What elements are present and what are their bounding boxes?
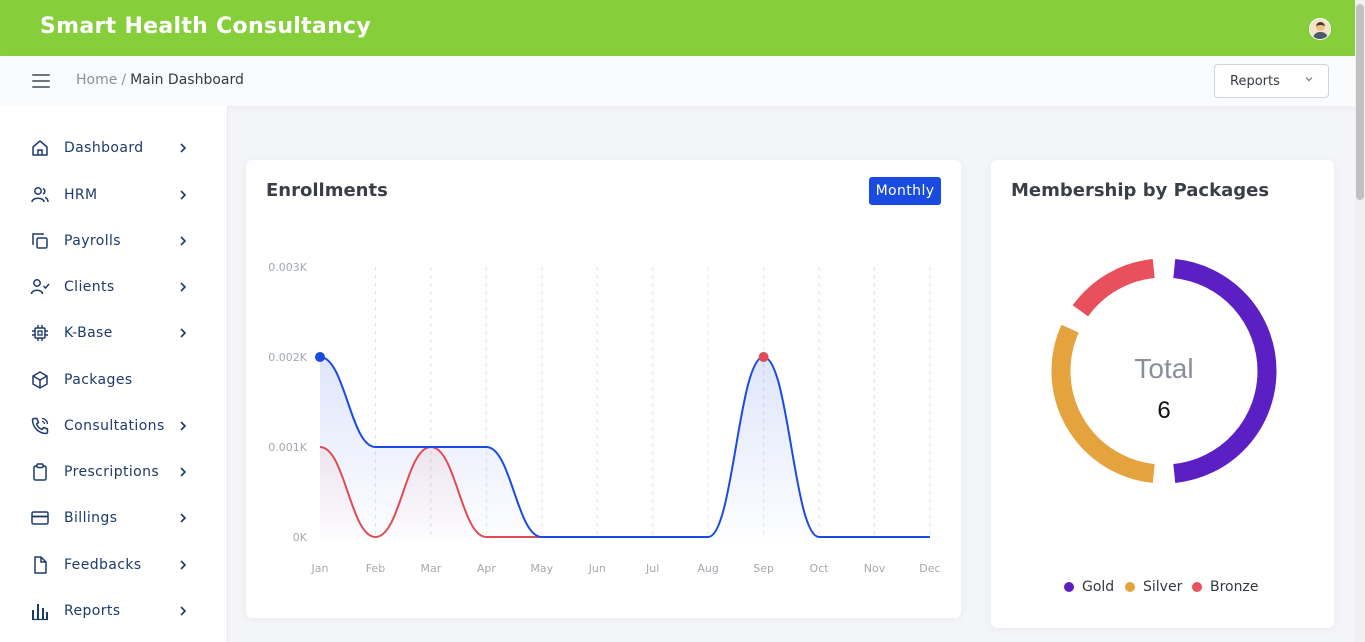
sidebar-item-clients[interactable]: Clients xyxy=(0,267,228,307)
data-point-marker xyxy=(758,352,769,362)
data-point-marker xyxy=(315,352,325,362)
sidebar-item-reports[interactable]: Reports xyxy=(0,591,228,631)
breadcrumb-home[interactable]: Home xyxy=(76,72,117,88)
sidebar-item-label: Billings xyxy=(64,510,118,526)
chevron-down-icon xyxy=(1305,77,1313,82)
copy-icon xyxy=(32,233,48,249)
chevron-right-icon xyxy=(180,560,187,570)
y-tick-label: 0.001K xyxy=(268,441,307,454)
avatar-body xyxy=(1313,32,1328,39)
sidebar-item-label: K-Base xyxy=(64,325,113,341)
legend-dot xyxy=(1125,582,1135,592)
legend-label: Bronze xyxy=(1210,579,1259,595)
x-tick-label: Oct xyxy=(810,562,830,575)
file-icon xyxy=(34,556,47,574)
chevron-right-icon xyxy=(180,467,187,477)
user-avatar[interactable] xyxy=(1309,18,1331,40)
x-tick-label: Nov xyxy=(864,562,886,575)
breadcrumb: Home / Main Dashboard xyxy=(76,72,244,88)
x-tick-label: Jul xyxy=(645,562,659,575)
sidebar-item-billings[interactable]: Billings xyxy=(0,498,228,538)
avatar-head xyxy=(1316,22,1325,31)
sidebar-item-consultations[interactable]: Consultations xyxy=(0,406,228,446)
legend-dot xyxy=(1192,582,1202,592)
reports-select-value: Reports xyxy=(1230,74,1280,89)
sidebar-item-label: Payrolls xyxy=(64,233,121,249)
enrollments-chart: 0K 0.001K 0.002K 0.003K Jan Feb Mar Apr May Jun Ju… xyxy=(268,261,940,575)
x-tick-label: Dec xyxy=(919,562,940,575)
legend-dot xyxy=(1064,582,1074,592)
bar-chart-icon xyxy=(32,604,48,621)
membership-donut-chart: Total 6 xyxy=(1051,259,1277,483)
x-tick-label: Mar xyxy=(421,562,442,575)
users-icon xyxy=(31,187,49,203)
y-tick-label: 0K xyxy=(293,531,308,544)
sidebar-item-feedbacks[interactable]: Feedbacks xyxy=(0,545,228,585)
chevron-right-icon xyxy=(180,190,187,200)
app-title[interactable]: Smart Health Consultancy xyxy=(40,14,371,39)
clipboard-icon xyxy=(33,463,47,481)
sidebar-item-label: Clients xyxy=(64,279,115,295)
sidebar-item-dashboard[interactable]: Dashboard xyxy=(0,128,228,168)
home-icon xyxy=(32,140,48,156)
legend-label: Silver xyxy=(1143,579,1183,595)
chevron-right-icon xyxy=(180,143,187,153)
x-tick-label: Jun xyxy=(588,562,606,575)
cpu-icon xyxy=(32,325,48,341)
package-icon xyxy=(32,371,48,389)
y-tick-label: 0.003K xyxy=(268,261,307,274)
x-tick-label: Aug xyxy=(697,562,718,575)
donut-slice-silver[interactable] xyxy=(1051,324,1155,483)
sidebar-item-payrolls[interactable]: Payrolls xyxy=(0,221,228,261)
sidebar-item-label: Prescriptions xyxy=(64,464,160,480)
chevron-right-icon xyxy=(180,282,187,292)
x-tick-label: May xyxy=(530,562,553,575)
sidebar-item-packages[interactable]: Packages xyxy=(0,360,228,400)
credit-card-icon xyxy=(31,511,49,525)
sidebar-item-k-base[interactable]: K-Base xyxy=(0,313,228,353)
chevron-right-icon xyxy=(180,328,187,338)
legend-item-gold[interactable]: Gold xyxy=(1064,579,1114,595)
chevron-right-icon xyxy=(180,606,187,616)
scrollbar-thumb[interactable] xyxy=(1356,4,1364,200)
page-scrollbar[interactable] xyxy=(1355,0,1365,642)
phone-call-icon xyxy=(31,417,49,435)
chevron-right-icon xyxy=(180,236,187,246)
breadcrumb-separator: / xyxy=(121,72,127,88)
y-tick-label: 0.002K xyxy=(268,351,307,364)
breadcrumb-current: Main Dashboard xyxy=(130,72,244,88)
legend-label: Gold xyxy=(1082,579,1115,595)
x-tick-label: Apr xyxy=(477,562,497,575)
sidebar-item-prescriptions[interactable]: Prescriptions xyxy=(0,452,228,492)
reports-select[interactable]: Reports xyxy=(1214,64,1329,98)
legend-item-bronze[interactable]: Bronze xyxy=(1192,579,1258,595)
sidebar-item-label: Reports xyxy=(64,603,121,619)
chevron-right-icon xyxy=(180,421,187,431)
sidebar-item-label: Consultations xyxy=(64,418,165,434)
donut-center-label: Total xyxy=(1134,353,1193,384)
sidebar-item-hrm[interactable]: HRM xyxy=(0,175,228,215)
donut-center-value: 6 xyxy=(1157,397,1170,424)
x-tick-label: Jan xyxy=(311,562,329,575)
menu-toggle-icon[interactable] xyxy=(32,74,50,88)
user-check-icon xyxy=(30,279,50,295)
legend-item-silver[interactable]: Silver xyxy=(1125,579,1182,595)
sidebar-item-label: Dashboard xyxy=(64,140,144,156)
sidebar-item-label: Packages xyxy=(64,372,133,388)
donut-slice-bronze[interactable] xyxy=(1072,259,1155,317)
chevron-right-icon xyxy=(180,513,187,523)
sidebar-item-label: Feedbacks xyxy=(64,557,142,573)
x-tick-label: Feb xyxy=(366,562,385,575)
x-tick-label: Sep xyxy=(753,562,774,575)
sidebar-item-label: HRM xyxy=(64,187,98,203)
